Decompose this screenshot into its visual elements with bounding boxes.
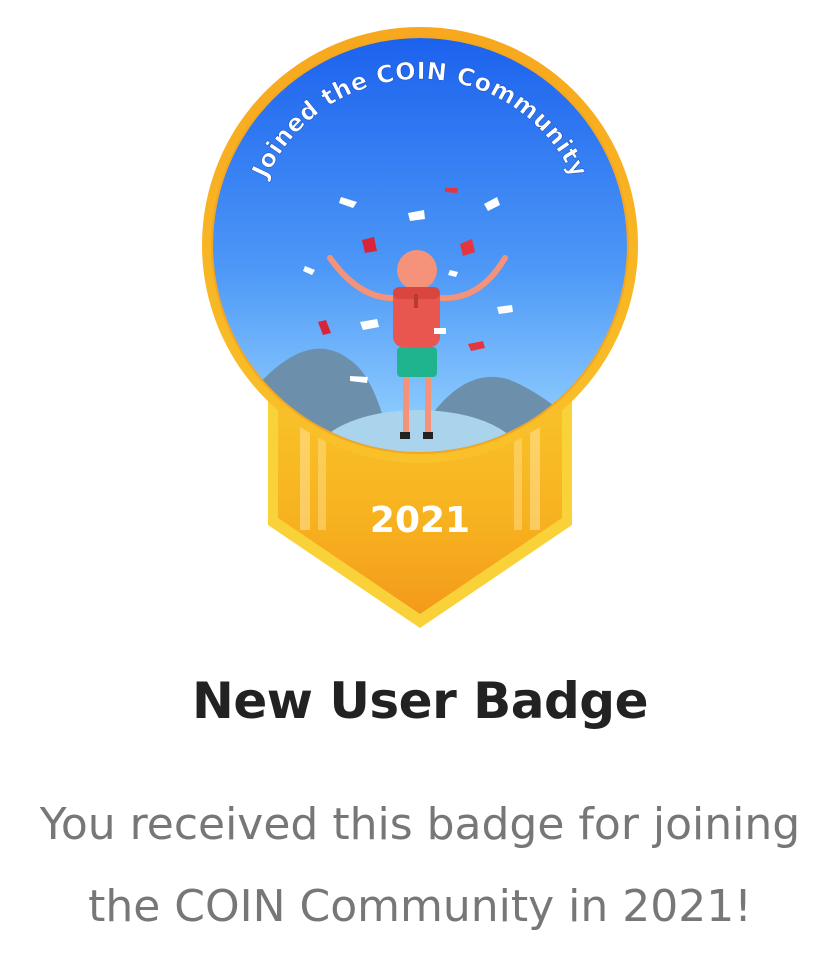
badge: 2021 Joined the COIN Community	[0, 0, 840, 650]
badge-graphic: 2021 Joined the COIN Community	[202, 27, 638, 628]
badge-description: You received this badge for joining the …	[39, 799, 801, 932]
badge-year: 2021	[370, 500, 470, 541]
badge-title: New User Badge	[191, 672, 649, 730]
